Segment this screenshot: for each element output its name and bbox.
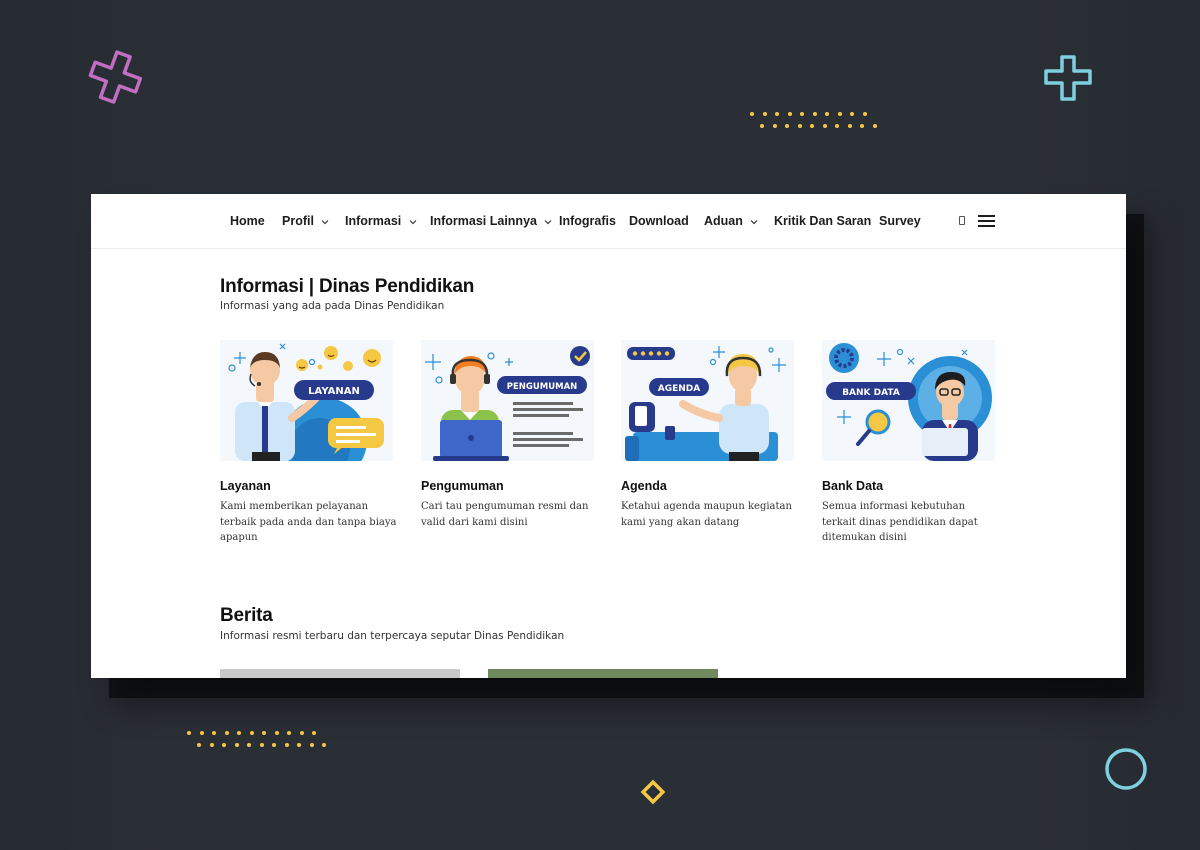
info-section-subtitle: Informasi yang ada pada Dinas Pendidikan [220, 300, 445, 312]
nav-survey[interactable]: Survey [879, 214, 921, 228]
hamburger-icon[interactable] [978, 215, 995, 228]
chevron-down-icon [409, 219, 417, 225]
nav-label: Kritik Dan Saran [774, 214, 872, 228]
info-section-title: Informasi | Dinas Pendidikan [220, 276, 475, 297]
website-preview: Home Profil Informasi Informasi Lainnya … [91, 194, 1126, 678]
nav-download[interactable]: Download [629, 214, 689, 228]
card-description: Ketahui agenda maupun kegiatan kami yang… [621, 501, 792, 528]
cyan-circle-shape [1105, 748, 1147, 790]
nav-aduan[interactable]: Aduan [704, 214, 758, 228]
chevron-down-icon [322, 219, 329, 225]
bank-data-illustration: BANK DATA [822, 340, 995, 461]
nav-label: Survey [879, 214, 921, 228]
nav-label: Aduan [704, 214, 743, 228]
cyan-plus-shape [1044, 55, 1092, 101]
pink-plus-shape [88, 50, 143, 104]
agenda-badge-text: AGENDA [658, 384, 701, 394]
news-card-image[interactable] [220, 669, 460, 678]
card-description: Semua informasi kebutuhan terkait dinas … [822, 501, 978, 543]
nav-informasi-lainnya[interactable]: Informasi Lainnya [430, 214, 552, 228]
agenda-illustration: AGENDA [621, 340, 794, 461]
card-title[interactable]: Pengumuman [421, 479, 504, 493]
yellow-diamond-shape [640, 779, 666, 805]
nav-label: Home [230, 214, 265, 228]
yellow-dots-bottom [187, 731, 337, 751]
layanan-illustration: LAYANAN [220, 340, 393, 461]
card-description: Kami memberikan pelayanan terbaik pada a… [220, 501, 397, 543]
news-section-title: Berita [220, 605, 273, 626]
yellow-dots-top [750, 112, 900, 132]
pengumuman-illustration: PENGUMUMAN [421, 340, 594, 461]
nav-label: Profil [282, 214, 314, 228]
nav-label: Informasi [345, 214, 402, 228]
nav-label: Download [629, 214, 689, 228]
chevron-down-icon [750, 219, 758, 225]
nav-profil[interactable]: Profil [282, 214, 329, 228]
bank-data-badge-text: BANK DATA [842, 388, 900, 398]
nav-informasi[interactable]: Informasi [345, 214, 417, 228]
news-section-subtitle: Informasi resmi terbaru dan terpercaya s… [220, 630, 565, 642]
news-card-image[interactable] [488, 669, 718, 678]
nav-home[interactable]: Home [230, 214, 265, 228]
nav-infografis[interactable]: Infografis [559, 214, 616, 228]
nav-label: Infografis [559, 214, 616, 228]
card-title[interactable]: Agenda [621, 479, 667, 493]
card-description: Cari tau pengumuman resmi dan valid dari… [421, 501, 589, 528]
nav-label: Informasi Lainnya [430, 214, 537, 228]
pengumuman-badge-text: PENGUMUMAN [507, 382, 578, 392]
card-title[interactable]: Layanan [220, 479, 271, 493]
small-square-icon[interactable] [959, 216, 965, 225]
nav-kritik-dan-saran[interactable]: Kritik Dan Saran [774, 214, 871, 228]
navbar: Home Profil Informasi Informasi Lainnya … [91, 194, 1126, 249]
chevron-down-icon [545, 219, 552, 225]
card-title[interactable]: Bank Data [822, 479, 883, 493]
layanan-badge-text: LAYANAN [308, 386, 360, 397]
